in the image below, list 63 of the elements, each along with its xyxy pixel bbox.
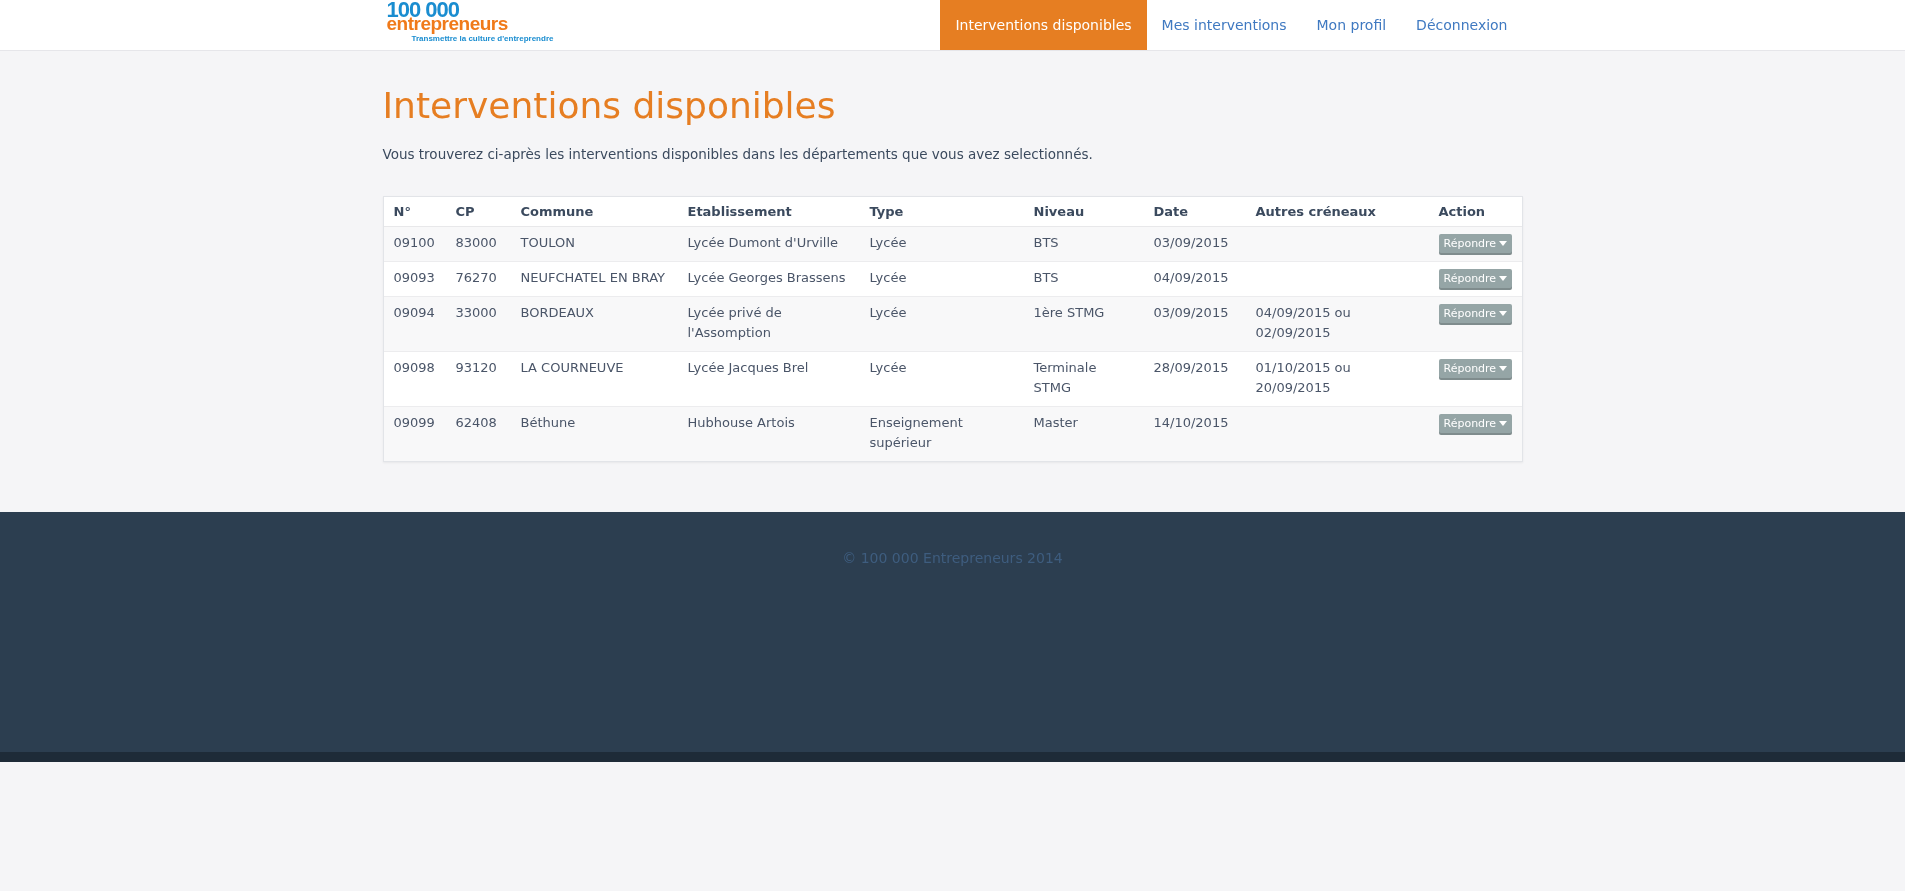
caret-icon: [1499, 311, 1508, 316]
column-header: Niveau: [1033, 204, 1085, 219]
table-cell: 09094: [393, 305, 435, 320]
table-cell: 28/09/2015: [1153, 360, 1229, 375]
table-cell: Lycée Jacques Brel: [687, 360, 809, 375]
table-cell: 01/10/2015 ou 20/09/2015: [1255, 360, 1351, 395]
table-cell: 03/09/2015: [1153, 235, 1229, 250]
reply-dropdown-button[interactable]: Répondre: [1438, 269, 1513, 288]
caret-icon: [1499, 276, 1508, 281]
table-cell: 33000: [455, 305, 497, 320]
table-cell: LA COURNEUVE: [520, 360, 624, 375]
caret-icon: [1499, 241, 1508, 246]
table-cell: Lycée: [869, 270, 907, 285]
nav-link[interactable]: Mes interventions: [1146, 0, 1302, 50]
column-header: CP: [455, 204, 475, 219]
nav-link[interactable]: Interventions disponibles: [940, 0, 1147, 50]
reply-dropdown-button[interactable]: Répondre: [1438, 304, 1513, 323]
column-header: N°: [393, 204, 411, 219]
caret-icon: [1499, 421, 1508, 426]
table-cell: BORDEAUX: [520, 305, 594, 320]
table-cell: 09100: [393, 235, 435, 250]
table-cell: Béthune: [520, 415, 576, 430]
column-header: Autres créneaux: [1255, 204, 1376, 219]
reply-dropdown-button[interactable]: Répondre: [1438, 234, 1513, 253]
reply-dropdown-button[interactable]: Répondre: [1438, 359, 1513, 378]
table-cell: 62408: [455, 415, 497, 430]
reply-dropdown-button[interactable]: Répondre: [1438, 414, 1513, 433]
table-cell: 09098: [393, 360, 435, 375]
table-cell: Terminale STMG: [1033, 360, 1097, 395]
table-cell: BTS: [1033, 270, 1059, 285]
table-cell: 76270: [455, 270, 497, 285]
table-cell: NEUFCHATEL EN BRAY: [520, 270, 666, 285]
table-cell: 03/09/2015: [1153, 305, 1229, 320]
table-cell: 1ère STMG: [1033, 305, 1105, 320]
nav-link[interactable]: Mon profil: [1301, 0, 1402, 50]
intro-text: Vous trouverez ci-après les interventions disponibles dans les départements que vous avez selectionnés.: [382, 146, 1094, 162]
table-cell: Master: [1033, 415, 1078, 430]
column-header: Commune: [520, 204, 594, 219]
page-title: Interventions disponibles: [382, 85, 837, 126]
table-cell: 04/09/2015: [1153, 270, 1229, 285]
column-header: Type: [869, 204, 904, 219]
column-header: Date: [1153, 204, 1189, 219]
table-cell: 04/09/2015 ou 02/09/2015: [1255, 305, 1351, 340]
table-cell: 93120: [455, 360, 497, 375]
table-cell: Lycée: [869, 235, 907, 250]
table-cell: 83000: [455, 235, 497, 250]
table-cell: Lycée Dumont d'Urville: [687, 235, 839, 250]
column-header: Etablissement: [687, 204, 792, 219]
table-cell: Enseignement supérieur: [869, 415, 963, 450]
table-cell: Hubhouse Artois: [687, 415, 795, 430]
table-cell: 14/10/2015: [1153, 415, 1229, 430]
table-cell: Lycée privé de l'Assomption: [687, 305, 782, 340]
table-cell: Lycée: [869, 305, 907, 320]
table-cell: 09093: [393, 270, 435, 285]
table-cell: TOULON: [520, 235, 575, 250]
column-header: Action: [1438, 204, 1486, 219]
caret-icon: [1499, 366, 1508, 371]
table-cell: BTS: [1033, 235, 1059, 250]
table-cell: Lycée Georges Brassens: [687, 270, 846, 285]
table-cell: Lycée: [869, 360, 907, 375]
logo-tagline: Transmettre la culture d'entreprendre: [411, 35, 554, 43]
table-cell: 09099: [393, 415, 435, 430]
nav-link[interactable]: Déconnexion: [1401, 0, 1523, 50]
